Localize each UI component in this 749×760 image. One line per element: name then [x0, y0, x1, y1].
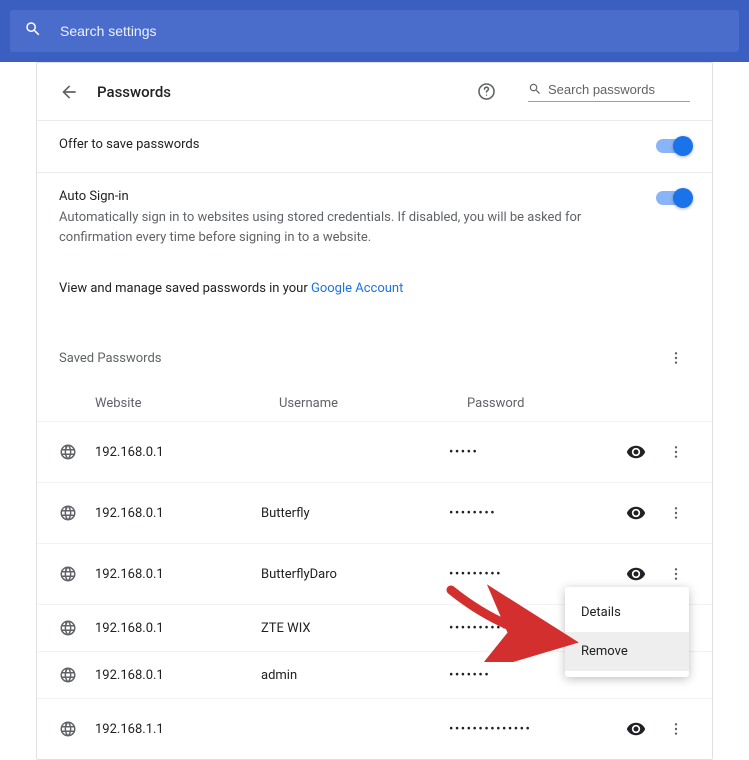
row-website[interactable]: 192.168.0.1: [95, 567, 261, 582]
offer-save-toggle[interactable]: [656, 139, 690, 153]
row-website[interactable]: 192.168.0.1: [95, 668, 261, 683]
help-icon[interactable]: [477, 82, 496, 101]
row-username: Butterfly: [261, 506, 449, 521]
menu-details[interactable]: Details: [565, 593, 689, 632]
show-password-icon[interactable]: [620, 713, 652, 745]
search-icon: [528, 81, 542, 97]
offer-save-label: Offer to save passwords: [59, 137, 636, 152]
show-password-icon[interactable]: [620, 558, 652, 590]
panel-header: Passwords: [37, 63, 712, 120]
google-account-link[interactable]: Google Account: [311, 281, 403, 296]
page-title: Passwords: [97, 83, 459, 101]
account-link-prefix: View and manage saved passwords in your: [59, 281, 311, 296]
row-more-icon[interactable]: [662, 499, 690, 527]
row-password-masked: ••••••••••••••: [449, 722, 620, 737]
header-username: Username: [279, 396, 467, 411]
show-password-icon[interactable]: [620, 497, 652, 529]
row-password-masked: •••••: [449, 445, 620, 460]
saved-passwords-header: Saved Passwords: [37, 314, 712, 382]
show-password-icon[interactable]: [620, 436, 652, 468]
settings-top-bar: [0, 0, 749, 62]
auto-signin-section: Auto Sign-in Automatically sign in to we…: [37, 172, 712, 263]
globe-icon: [59, 619, 77, 637]
back-arrow-icon[interactable]: [59, 82, 79, 102]
header-password: Password: [467, 396, 690, 411]
header-website: Website: [59, 396, 279, 411]
auto-signin-title: Auto Sign-in: [59, 189, 636, 204]
auto-signin-desc: Automatically sign in to websites using …: [59, 208, 636, 247]
row-username: ButterflyDaro: [261, 567, 449, 582]
password-row: 192.168.0.1 •••••: [37, 421, 712, 482]
settings-search-input[interactable]: [60, 23, 725, 39]
globe-icon: [59, 720, 77, 738]
row-context-menu: Details Remove: [565, 587, 689, 677]
password-list-header: Website Username Password: [37, 382, 712, 421]
password-row: 192.168.1.1 ••••••••••••••: [37, 698, 712, 759]
row-more-icon[interactable]: [662, 715, 690, 743]
password-search[interactable]: [528, 81, 690, 102]
saved-more-icon[interactable]: [662, 344, 690, 372]
row-website[interactable]: 192.168.0.1: [95, 445, 261, 460]
google-account-link-row: View and manage saved passwords in your …: [37, 263, 712, 314]
settings-search-bar[interactable]: [10, 10, 739, 52]
offer-save-section: Offer to save passwords: [37, 120, 712, 172]
row-website[interactable]: 192.168.0.1: [95, 506, 261, 521]
row-password-masked: •••••••••: [449, 567, 620, 582]
globe-icon: [59, 443, 77, 461]
password-row: 192.168.0.1Butterfly••••••••: [37, 482, 712, 543]
row-website[interactable]: 192.168.0.1: [95, 621, 261, 636]
search-icon: [24, 20, 42, 42]
globe-icon: [59, 504, 77, 522]
saved-passwords-title: Saved Passwords: [59, 351, 662, 366]
globe-icon: [59, 565, 77, 583]
auto-signin-toggle[interactable]: [656, 191, 690, 205]
row-website[interactable]: 192.168.1.1: [95, 722, 261, 737]
password-search-input[interactable]: [548, 82, 690, 97]
row-more-icon[interactable]: [662, 438, 690, 466]
globe-icon: [59, 666, 77, 684]
row-username: admin: [261, 668, 449, 683]
menu-remove[interactable]: Remove: [565, 632, 689, 671]
row-username: ZTE WIX: [261, 621, 449, 636]
row-password-masked: ••••••••: [449, 506, 620, 521]
row-more-icon[interactable]: [662, 560, 690, 588]
